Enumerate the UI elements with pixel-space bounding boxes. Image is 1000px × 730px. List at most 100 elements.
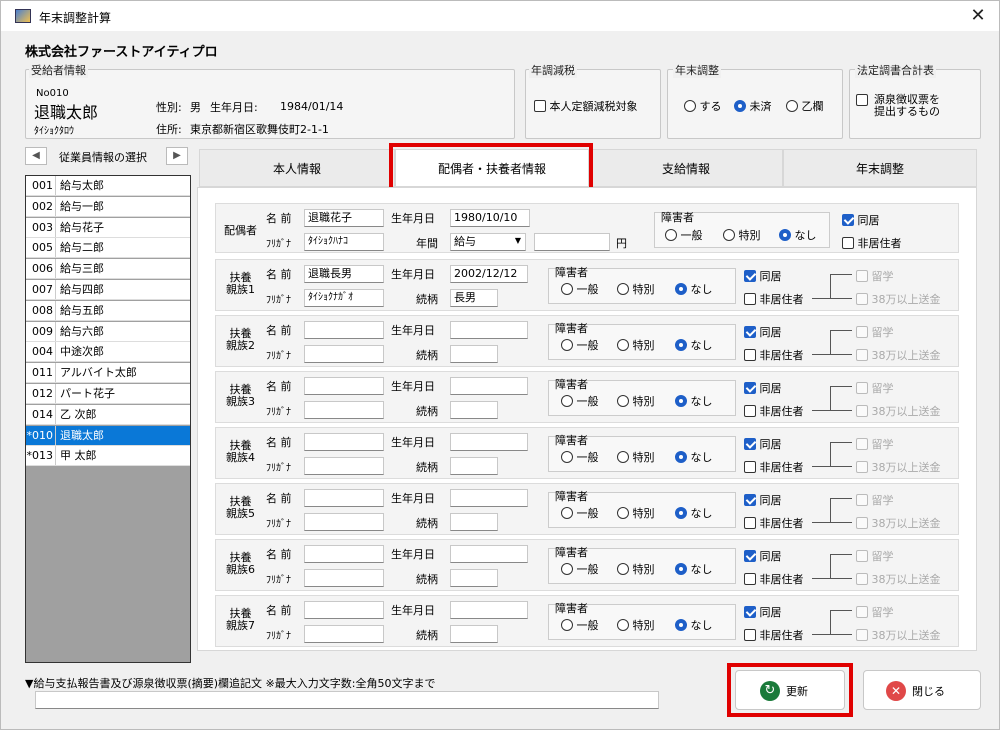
dependent-relation-input[interactable] <box>450 625 498 643</box>
dokyo-checkbox[interactable]: 同居 <box>744 268 782 284</box>
spouse-name-input[interactable]: 退職花子 <box>304 209 384 227</box>
souken-checkbox[interactable]: 38万以上送金 <box>856 515 941 531</box>
hikyo-checkbox[interactable]: 非居住者 <box>744 515 804 531</box>
dependent-relation-input[interactable] <box>450 457 498 475</box>
dokyo-checkbox[interactable]: 同居 <box>744 380 782 396</box>
dependent-name-input[interactable] <box>304 433 384 451</box>
spouse-income-input[interactable] <box>534 233 610 251</box>
dependent-birth-input[interactable] <box>450 433 528 451</box>
employee-list-item[interactable]: 006 給与三郎 <box>26 259 190 280</box>
employee-list-item[interactable]: 009 給与六郎 <box>26 321 190 342</box>
hikyo-checkbox[interactable]: 非居住者 <box>744 403 804 419</box>
dokyo-checkbox[interactable]: 同居 <box>744 324 782 340</box>
nenmatsu-option-suru[interactable]: する <box>684 98 722 114</box>
handicap-general-radio[interactable]: 一般 <box>561 337 599 353</box>
ryugaku-checkbox[interactable]: 留学 <box>856 436 894 452</box>
handicap-none-radio[interactable]: なし <box>675 561 713 577</box>
handicap-general-radio[interactable]: 一般 <box>561 393 599 409</box>
dependent-birth-input[interactable] <box>450 377 528 395</box>
dependent-kana-input[interactable] <box>304 625 384 643</box>
dependent-relation-input[interactable] <box>450 345 498 363</box>
souken-checkbox[interactable]: 38万以上送金 <box>856 291 941 307</box>
dependent-name-input[interactable]: 退職長男 <box>304 265 384 283</box>
handicap-general-radio[interactable]: 一般 <box>561 505 599 521</box>
dokyo-checkbox[interactable]: 同居 <box>744 548 782 564</box>
handicap-general-radio[interactable]: 一般 <box>561 617 599 633</box>
employee-list-item[interactable]: 007 給与四郎 <box>26 280 190 300</box>
dependent-name-input[interactable] <box>304 601 384 619</box>
hikyo-checkbox[interactable]: 非居住者 <box>744 347 804 363</box>
souken-checkbox[interactable]: 38万以上送金 <box>856 571 941 587</box>
handicap-general-radio[interactable]: 一般 <box>561 281 599 297</box>
dependent-birth-input[interactable] <box>450 321 528 339</box>
dependent-kana-input[interactable]: ﾀｲｼｮｸﾅｶﾞｵ <box>304 289 384 307</box>
handicap-none-radio[interactable]: なし <box>675 617 713 633</box>
employee-list-item[interactable]: *013 甲 太郎 <box>26 446 190 467</box>
ryugaku-checkbox[interactable]: 留学 <box>856 604 894 620</box>
dependent-kana-input[interactable] <box>304 345 384 363</box>
hikyo-checkbox[interactable]: 非居住者 <box>744 459 804 475</box>
ryugaku-checkbox[interactable]: 留学 <box>856 324 894 340</box>
dependent-relation-input[interactable] <box>450 513 498 531</box>
employee-list-item[interactable]: *010 退職太郎 <box>26 425 190 446</box>
footer-note-input[interactable] <box>35 691 659 709</box>
window-close-button[interactable]: ✕ <box>963 4 993 28</box>
hikyo-checkbox[interactable]: 非居住者 <box>744 627 804 643</box>
houtei-checkbox[interactable]: 源泉徴収票を 提出するもの <box>856 94 940 118</box>
employee-list-item[interactable]: 003 給与花子 <box>26 217 190 238</box>
tab-nenmatsu[interactable]: 年末調整 <box>783 149 977 187</box>
dependent-relation-input[interactable]: 長男 <box>450 289 498 307</box>
tab-honnin[interactable]: 本人情報 <box>199 149 395 187</box>
dependent-relation-input[interactable] <box>450 569 498 587</box>
handicap-none-radio[interactable]: なし <box>779 227 817 243</box>
dependent-birth-input[interactable]: 2002/12/12 <box>450 265 528 283</box>
handicap-general-radio[interactable]: 一般 <box>561 449 599 465</box>
teigaku-genzei-checkbox[interactable]: 本人定額減税対象 <box>534 98 638 114</box>
handicap-special-radio[interactable]: 特別 <box>617 505 655 521</box>
ryugaku-checkbox[interactable]: 留学 <box>856 380 894 396</box>
employee-list[interactable]: 001 給与太郎 002 給与一郎 003 給与花子 005 給与二郎 006 給与三郎 007 給与… <box>25 175 191 663</box>
dependent-kana-input[interactable] <box>304 569 384 587</box>
hikyo-checkbox[interactable]: 非居住者 <box>744 291 804 307</box>
souken-checkbox[interactable]: 38万以上送金 <box>856 459 941 475</box>
nenmatsu-option-misai[interactable]: 未済 <box>734 98 772 114</box>
spouse-hikyo-checkbox[interactable]: 非居住者 <box>842 235 902 251</box>
souken-checkbox[interactable]: 38万以上送金 <box>856 403 941 419</box>
dokyo-checkbox[interactable]: 同居 <box>744 436 782 452</box>
spouse-birth-input[interactable]: 1980/10/10 <box>450 209 530 227</box>
dependent-name-input[interactable] <box>304 377 384 395</box>
handicap-none-radio[interactable]: なし <box>675 337 713 353</box>
employee-list-item[interactable]: 002 給与一郎 <box>26 196 190 217</box>
handicap-none-radio[interactable]: なし <box>675 449 713 465</box>
employee-list-item[interactable]: 001 給与太郎 <box>26 176 190 196</box>
spouse-dokyo-checkbox[interactable]: 同居 <box>842 212 880 228</box>
handicap-special-radio[interactable]: 特別 <box>617 561 655 577</box>
next-employee-button[interactable]: ▶ <box>166 147 188 165</box>
nenmatsu-option-otsuran[interactable]: 乙欄 <box>786 98 824 114</box>
dependent-kana-input[interactable] <box>304 457 384 475</box>
souken-checkbox[interactable]: 38万以上送金 <box>856 347 941 363</box>
handicap-none-radio[interactable]: なし <box>675 393 713 409</box>
dependent-birth-input[interactable] <box>450 545 528 563</box>
employee-list-item[interactable]: 004 中途次郎 <box>26 342 190 363</box>
dependent-kana-input[interactable] <box>304 513 384 531</box>
souken-checkbox[interactable]: 38万以上送金 <box>856 627 941 643</box>
hikyo-checkbox[interactable]: 非居住者 <box>744 571 804 587</box>
employee-list-item[interactable]: 011 アルバイト太郎 <box>26 363 190 384</box>
spouse-kana-input[interactable]: ﾀｲｼｮｸﾊﾅｺ <box>304 233 384 251</box>
handicap-general-radio[interactable]: 一般 <box>561 561 599 577</box>
employee-list-item[interactable]: 012 パート花子 <box>26 384 190 404</box>
dependent-name-input[interactable] <box>304 489 384 507</box>
ryugaku-checkbox[interactable]: 留学 <box>856 492 894 508</box>
income-type-select[interactable]: 給与 ▼ <box>450 233 526 251</box>
handicap-special-radio[interactable]: 特別 <box>617 393 655 409</box>
employee-list-item[interactable]: 005 給与二郎 <box>26 238 190 259</box>
handicap-special-radio[interactable]: 特別 <box>617 449 655 465</box>
handicap-special-radio[interactable]: 特別 <box>723 227 761 243</box>
close-button[interactable]: ✕ 閉じる <box>863 670 981 710</box>
employee-list-item[interactable]: 014 乙 次郎 <box>26 404 190 425</box>
dependent-birth-input[interactable] <box>450 489 528 507</box>
dependent-birth-input[interactable] <box>450 601 528 619</box>
handicap-special-radio[interactable]: 特別 <box>617 617 655 633</box>
prev-employee-button[interactable]: ◀ <box>25 147 47 165</box>
